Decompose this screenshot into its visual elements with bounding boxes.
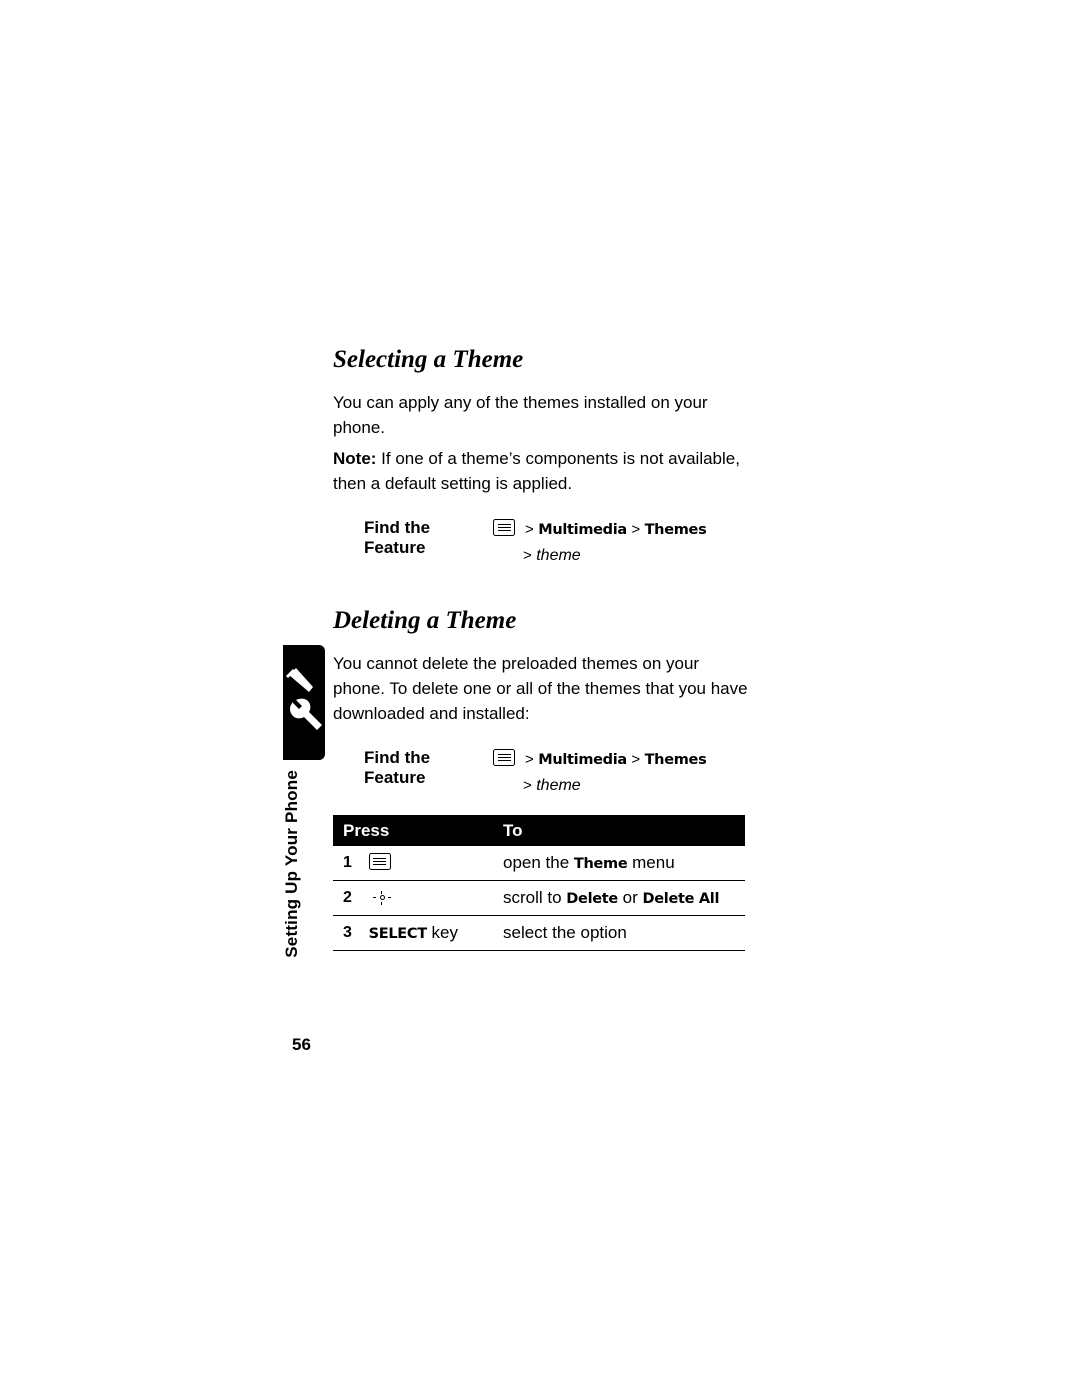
page-content: Selecting a Theme You can apply any of t… [333, 346, 753, 951]
step-to-2-prefix: scroll to [503, 888, 567, 907]
path-arrow-2c: > [523, 777, 532, 794]
paragraph-deleting-intro: You cannot delete the preloaded themes o… [333, 654, 748, 723]
path-line2-1: > theme [493, 544, 753, 567]
section-heading-deleting: Deleting a Theme [333, 607, 517, 634]
select-softkey-label: SELECT [368, 926, 428, 942]
table-header-press: Press [333, 815, 493, 846]
find-the-feature-label-2: Find the Feature [364, 748, 431, 787]
step-to-1-keyword: Theme [573, 856, 628, 872]
step-number-3: 3 [333, 915, 365, 951]
table-header-row: Press To [333, 815, 745, 846]
find-the-feature-label-1: Find the Feature [364, 518, 431, 557]
page-number: 56 [292, 1035, 311, 1054]
step-to-2-middle: or [617, 888, 643, 907]
chapter-label-text: Setting Up Your Phone [282, 770, 301, 958]
step-number-2: 2 [333, 880, 365, 916]
menu-key-icon [493, 749, 515, 766]
menu-key-icon [368, 853, 391, 870]
path-arrow-1b: > [631, 521, 641, 538]
step-to-3-prefix: select the option [503, 923, 627, 942]
note-label: Note: [333, 449, 377, 468]
find-the-feature-path-2: > Multimedia > Themes > theme [493, 748, 753, 797]
step-to-1: open the Theme menu [493, 846, 745, 881]
section-heading-selecting: Selecting a Theme [333, 346, 524, 373]
step-to-2-keyword2: Delete All [642, 891, 720, 907]
table-row: 1 open the Theme menu [333, 846, 745, 881]
table-row: 3 SELECT key select the option [333, 915, 745, 951]
step-to-1-prefix: open the [503, 853, 574, 872]
step-press-3: SELECT key [364, 915, 493, 951]
path-item-themes-1: Themes [644, 522, 707, 538]
step-press-2 [364, 880, 493, 916]
step-number-1: 1 [333, 846, 365, 881]
steps-table: Press To 1 open the Theme menu 2 scroll … [333, 815, 745, 951]
path-item-themes-2: Themes [644, 752, 707, 768]
path-item-theme-1: theme [536, 547, 581, 564]
table-header-to: To [493, 815, 745, 846]
step-to-2-keyword: Delete [566, 891, 618, 907]
path-item-multimedia-2: Multimedia [538, 752, 627, 768]
path-line2-2: > theme [493, 774, 753, 797]
table-row: 2 scroll to Delete or Delete All [333, 880, 745, 916]
path-arrow-2a: > [525, 751, 534, 768]
chapter-tab [283, 645, 325, 760]
path-arrow-1c: > [523, 547, 532, 564]
step-to-2: scroll to Delete or Delete All [493, 880, 745, 916]
note-text: If one of a theme’s components is not av… [333, 449, 740, 493]
wrench-screwdriver-icon [285, 668, 322, 730]
find-the-feature-path-1: > Multimedia > Themes > theme [493, 518, 753, 567]
step-press-3-text: key [426, 923, 458, 942]
find-the-feature-deleting: Find the Feature > Multimedia > Themes >… [333, 748, 753, 797]
step-to-1-suffix: menu [627, 853, 675, 872]
path-item-theme-2: theme [536, 777, 581, 794]
path-item-multimedia-1: Multimedia [538, 522, 627, 538]
path-arrow-1a: > [525, 521, 534, 538]
menu-key-icon [493, 519, 515, 536]
chapter-label: Setting Up Your Phone [272, 770, 312, 960]
navigation-key-icon [369, 891, 395, 905]
paragraph-selecting-note: Note: If one of a theme’s components is … [333, 446, 753, 496]
find-the-feature-selecting: Find the Feature > Multimedia > Themes >… [333, 518, 753, 567]
paragraph-selecting-intro: You can apply any of the themes installe… [333, 393, 708, 437]
step-press-1 [364, 846, 493, 881]
path-arrow-2b: > [631, 751, 641, 768]
step-to-3: select the option [493, 915, 745, 951]
